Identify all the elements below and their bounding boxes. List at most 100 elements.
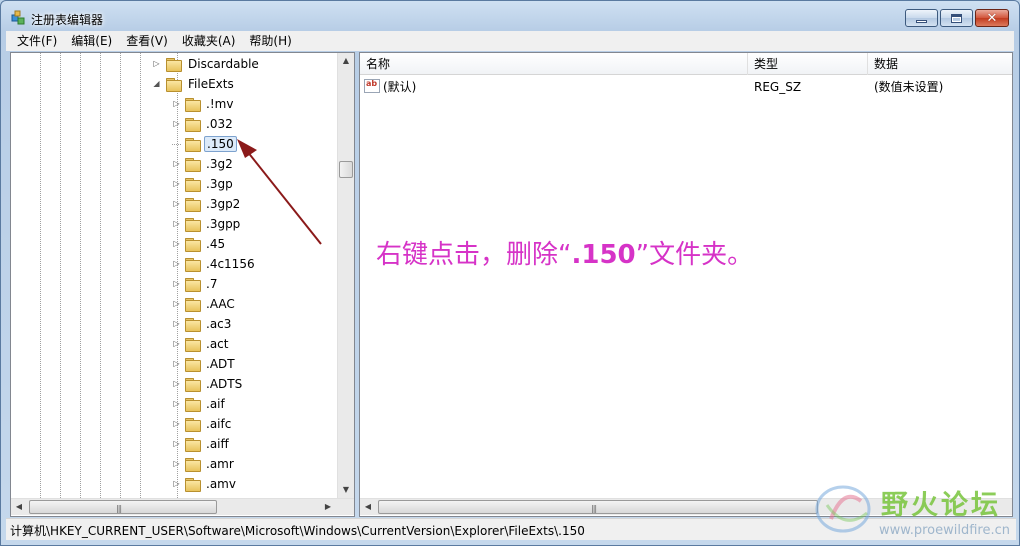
scroll-left-icon[interactable]: ◀ <box>11 499 27 515</box>
annotation-text: 右键点击，删除“.150”文件夹。 <box>376 240 754 270</box>
values-list-pane[interactable]: 名称 类型 数据 ab (默认) REG_SZ (数值未设置) ◀ ||| <box>359 52 1013 517</box>
tree-node[interactable]: ▷ .032 <box>11 114 331 134</box>
expand-icon[interactable]: ▷ <box>172 114 181 134</box>
folder-icon <box>185 277 201 292</box>
registry-path: 计算机\HKEY_CURRENT_USER\Software\Microsoft… <box>10 524 585 538</box>
watermark-url: www.proewildfire.cn <box>879 523 1010 538</box>
folder-icon <box>185 317 201 332</box>
expand-icon[interactable]: ▷ <box>172 354 181 374</box>
expand-icon[interactable]: ▷ <box>172 394 181 414</box>
registry-tree-pane[interactable]: ▷ Discardable ◢ FileExts ▷ .!mv ▷ .032.150 ▷… <box>10 52 355 517</box>
scroll-up-icon[interactable]: ▲ <box>338 53 354 69</box>
tree-node[interactable]: ▷ .ADTS <box>11 374 331 394</box>
scroll-down-icon[interactable]: ▼ <box>338 482 354 498</box>
expand-icon[interactable]: ▷ <box>172 334 181 354</box>
scroll-right-icon[interactable]: ▶ <box>320 499 336 515</box>
tree-node-label: .7 <box>206 277 218 291</box>
list-header: 名称 类型 数据 <box>360 53 1012 75</box>
tree-node-label: .!mv <box>206 97 234 111</box>
window-title: 注册表编辑器 <box>31 13 104 27</box>
scroll-thumb[interactable]: ||| <box>378 500 818 514</box>
maximize-button[interactable] <box>940 9 973 27</box>
expand-icon[interactable]: ▷ <box>172 294 181 314</box>
tree-node[interactable]: ▷ .aiff <box>11 434 331 454</box>
menu-view[interactable]: 查看(V) <box>119 31 175 51</box>
tree-node[interactable]: ▷ .4c1156 <box>11 254 331 274</box>
column-header-name[interactable]: 名称 <box>360 53 748 75</box>
expand-icon[interactable]: ▷ <box>172 174 181 194</box>
expand-icon[interactable]: ▷ <box>172 154 181 174</box>
tree-node[interactable]: ▷ .AAC <box>11 294 331 314</box>
folder-icon <box>185 257 201 272</box>
tree-node-label: .AAC <box>206 297 235 311</box>
regedit-app-icon <box>11 10 25 25</box>
tree-node[interactable]: ▷ .amv <box>11 474 331 494</box>
expand-icon[interactable]: ▷ <box>172 234 181 254</box>
close-icon: ✕ <box>986 10 998 26</box>
menu-edit[interactable]: 编辑(E) <box>64 31 119 51</box>
tree-vertical-scrollbar[interactable]: ▲ ▼ <box>337 53 354 498</box>
tree-node-label: .ADTS <box>206 377 243 391</box>
expand-icon[interactable]: ▷ <box>172 474 181 494</box>
expand-icon[interactable]: ▷ <box>172 454 181 474</box>
folder-icon <box>185 417 201 432</box>
close-button[interactable]: ✕ <box>975 9 1009 27</box>
folder-icon <box>185 337 201 352</box>
tree-node[interactable]: ▷ .act <box>11 334 331 354</box>
folder-icon <box>185 377 201 392</box>
scroll-thumb[interactable]: ||| <box>29 500 217 514</box>
minimize-icon <box>916 19 927 23</box>
column-header-data[interactable]: 数据 <box>868 53 1012 75</box>
string-value-icon: ab <box>364 79 380 93</box>
tree-node-label: .aifc <box>206 417 232 431</box>
menu-favorites[interactable]: 收藏夹(A) <box>175 31 243 51</box>
folder-icon <box>185 357 201 372</box>
tree-node-label: .amv <box>206 477 236 491</box>
expand-icon[interactable]: ▷ <box>152 54 161 74</box>
column-header-type[interactable]: 类型 <box>748 53 868 75</box>
expand-icon[interactable]: ▷ <box>172 434 181 454</box>
tree-node-label: .45 <box>206 237 226 251</box>
tree-node[interactable]: ▷ .aifc <box>11 414 331 434</box>
watermark: 野火论坛 www.proewildfire.cn <box>809 479 1019 543</box>
tree-horizontal-scrollbar[interactable]: ◀ ||| ▶ <box>11 498 354 515</box>
expand-icon[interactable]: ▷ <box>172 254 181 274</box>
tree-node-label: .ac3 <box>206 317 232 331</box>
folder-icon <box>185 217 201 232</box>
tree-node[interactable]: ▷ .aif <box>11 394 331 414</box>
scroll-grip-icon: ||| <box>116 504 122 513</box>
registry-editor-window: 注册表编辑器 ✕ 文件(F) 编辑(E) 查看(V) 收藏夹(A) 帮助(H) … <box>0 0 1020 546</box>
tree-node-label: Discardable <box>188 57 259 71</box>
expand-icon[interactable]: ▷ <box>172 274 181 294</box>
expand-icon[interactable]: ▷ <box>172 94 181 114</box>
expand-icon[interactable]: ▷ <box>172 314 181 334</box>
folder-icon <box>185 137 201 152</box>
list-item[interactable]: ab (默认) REG_SZ (数值未设置) <box>360 77 1012 97</box>
tree-node-label: .act <box>206 337 229 351</box>
tree-node-label: .4c1156 <box>206 257 255 271</box>
value-type: REG_SZ <box>754 80 802 94</box>
tree-node[interactable]: ▷ .amr <box>11 454 331 474</box>
expand-icon[interactable]: ▷ <box>172 414 181 434</box>
scroll-thumb[interactable] <box>339 161 353 178</box>
folder-open-icon <box>166 77 182 92</box>
value-data: (数值未设置) <box>874 80 944 94</box>
expand-icon[interactable]: ▷ <box>172 214 181 234</box>
tree-node[interactable]: ▷ .ac3 <box>11 314 331 334</box>
menu-help[interactable]: 帮助(H) <box>242 31 298 51</box>
tree-node[interactable]: ▷ .!mv <box>11 94 331 114</box>
maximize-icon <box>951 13 962 23</box>
tree-node[interactable]: ▷ .7 <box>11 274 331 294</box>
value-name: (默认) <box>383 80 417 94</box>
expand-icon[interactable]: ▷ <box>172 194 181 214</box>
minimize-button[interactable] <box>905 9 938 27</box>
menu-file[interactable]: 文件(F) <box>10 31 64 51</box>
folder-icon <box>185 157 201 172</box>
tree-node[interactable]: ▷ .ADT <box>11 354 331 374</box>
folder-icon <box>185 237 201 252</box>
watermark-logo-icon <box>815 485 871 533</box>
folder-icon <box>185 297 201 312</box>
collapse-icon[interactable]: ◢ <box>152 74 161 94</box>
scroll-left-icon[interactable]: ◀ <box>360 499 376 515</box>
expand-icon[interactable]: ▷ <box>172 374 181 394</box>
